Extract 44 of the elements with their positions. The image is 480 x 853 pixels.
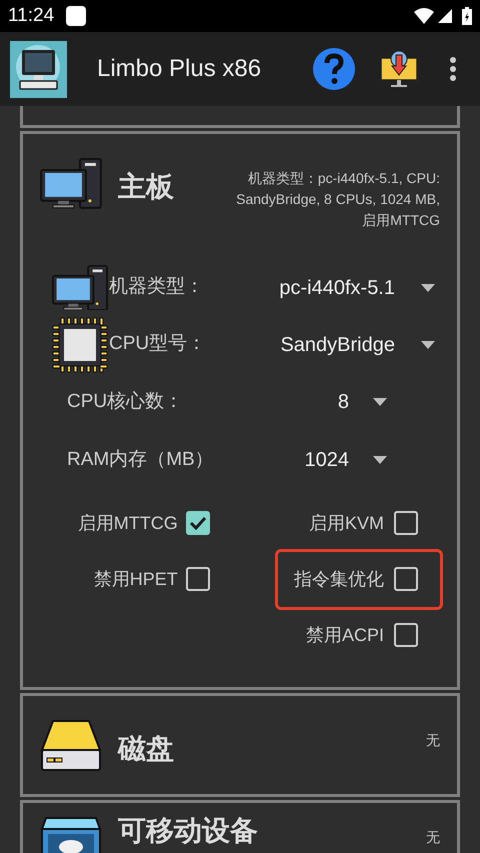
option-label: 启用KVM <box>308 512 384 534</box>
option-label: 启用MTTCG <box>78 512 178 534</box>
checkbox[interactable] <box>186 567 210 591</box>
section-summary: 无 <box>425 828 440 847</box>
section-summary: 机器类型：pc-i440fx-5.1, CPU: SandyBridge, 8 CPUs, 1024 MB, 启用MTTCG <box>235 169 440 230</box>
dropdown-value[interactable]: 1024 <box>247 445 349 475</box>
battery-icon <box>462 7 472 25</box>
disk-drive-icon <box>40 720 102 772</box>
field-label: RAM内存（MB） <box>67 448 215 472</box>
clock: 11:24 <box>8 4 54 28</box>
help-icon[interactable] <box>312 47 356 91</box>
removable-drive-icon <box>40 817 102 853</box>
section-title[interactable]: 可移动设备 <box>118 817 258 845</box>
signal-icon <box>438 9 452 23</box>
computer-icon <box>52 264 108 310</box>
option-label: 禁用ACPI <box>306 624 384 646</box>
dropdown-value[interactable]: pc-i440fx-5.1 <box>209 272 395 302</box>
dropdown-value[interactable]: 8 <box>247 387 349 417</box>
field-label: CPU型号： <box>109 332 208 356</box>
option-label: 禁用HPET <box>94 568 178 590</box>
option-label: 指令集优化 <box>294 568 384 590</box>
app-logo-icon <box>10 40 67 98</box>
field-label: 机器类型： <box>109 275 205 300</box>
section-title[interactable]: 主板 <box>118 173 174 201</box>
dropdown-arrow-icon[interactable] <box>373 398 387 406</box>
field-label: CPU核心数： <box>67 390 184 414</box>
app-title: Limbo Plus x86 <box>97 54 262 84</box>
section-summary: 无 <box>425 731 440 750</box>
computer-icon <box>40 158 102 209</box>
check-icon <box>188 516 207 530</box>
notification-icon <box>66 6 86 26</box>
checkbox[interactable] <box>394 623 418 647</box>
checkbox[interactable] <box>394 511 418 535</box>
dropdown-arrow-icon[interactable] <box>421 284 435 292</box>
dropdown-arrow-icon[interactable] <box>373 456 387 464</box>
cpu-chip-icon <box>52 316 108 372</box>
dropdown-arrow-icon[interactable] <box>421 340 435 348</box>
checkbox[interactable] <box>186 511 210 535</box>
dropdown-value[interactable]: SandyBridge <box>209 330 395 360</box>
section-title[interactable]: 磁盘 <box>118 735 174 763</box>
wifi-icon <box>414 8 434 24</box>
overflow-menu-icon[interactable] <box>450 57 456 81</box>
checkbox[interactable] <box>394 567 418 591</box>
download-monitor-icon[interactable] <box>380 49 418 89</box>
